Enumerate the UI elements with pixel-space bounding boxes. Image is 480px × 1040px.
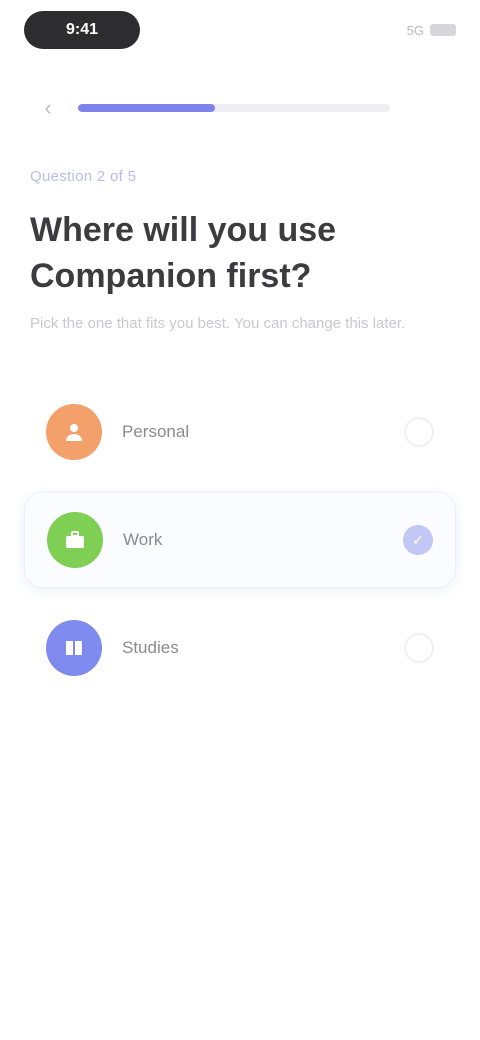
battery-icon bbox=[430, 24, 456, 36]
radio-circle-icon[interactable] bbox=[404, 417, 434, 447]
question-content: Question 2 of 5 Where will you use Compa… bbox=[30, 168, 446, 335]
progress-fill bbox=[78, 104, 216, 112]
onboarding-screen: 9:41 5G ‹ Question 2 of 5 Where will you… bbox=[0, 0, 480, 1040]
status-time: 9:41 bbox=[24, 11, 140, 49]
option-label: Work bbox=[123, 530, 163, 549]
person-icon bbox=[46, 404, 102, 460]
status-bar: 9:41 5G bbox=[24, 10, 456, 50]
step-label: Question 2 of 5 bbox=[30, 168, 137, 185]
option-label: Personal bbox=[122, 422, 190, 441]
option-personal[interactable]: Personal bbox=[24, 384, 456, 480]
progress-track bbox=[78, 104, 390, 112]
radio-circle-icon[interactable] bbox=[404, 633, 434, 663]
status-icons: 5G bbox=[407, 23, 456, 38]
option-studies[interactable]: Studies bbox=[24, 600, 456, 696]
option-label: Studies bbox=[122, 638, 179, 657]
option-work[interactable]: Work ✓ bbox=[24, 492, 456, 588]
question-subtitle: Pick the one that fits you best. You can… bbox=[30, 315, 406, 332]
book-icon bbox=[46, 620, 102, 676]
question-title: Where will you use Companion first? bbox=[30, 211, 337, 295]
signal-text: 5G bbox=[406, 22, 424, 38]
back-arrow-icon[interactable]: ‹ bbox=[36, 96, 60, 120]
options-list: Personal Work ✓ Studies bbox=[24, 384, 456, 708]
briefcase-icon bbox=[47, 512, 103, 568]
progress-row: ‹ bbox=[36, 96, 390, 120]
check-icon[interactable]: ✓ bbox=[403, 525, 433, 555]
